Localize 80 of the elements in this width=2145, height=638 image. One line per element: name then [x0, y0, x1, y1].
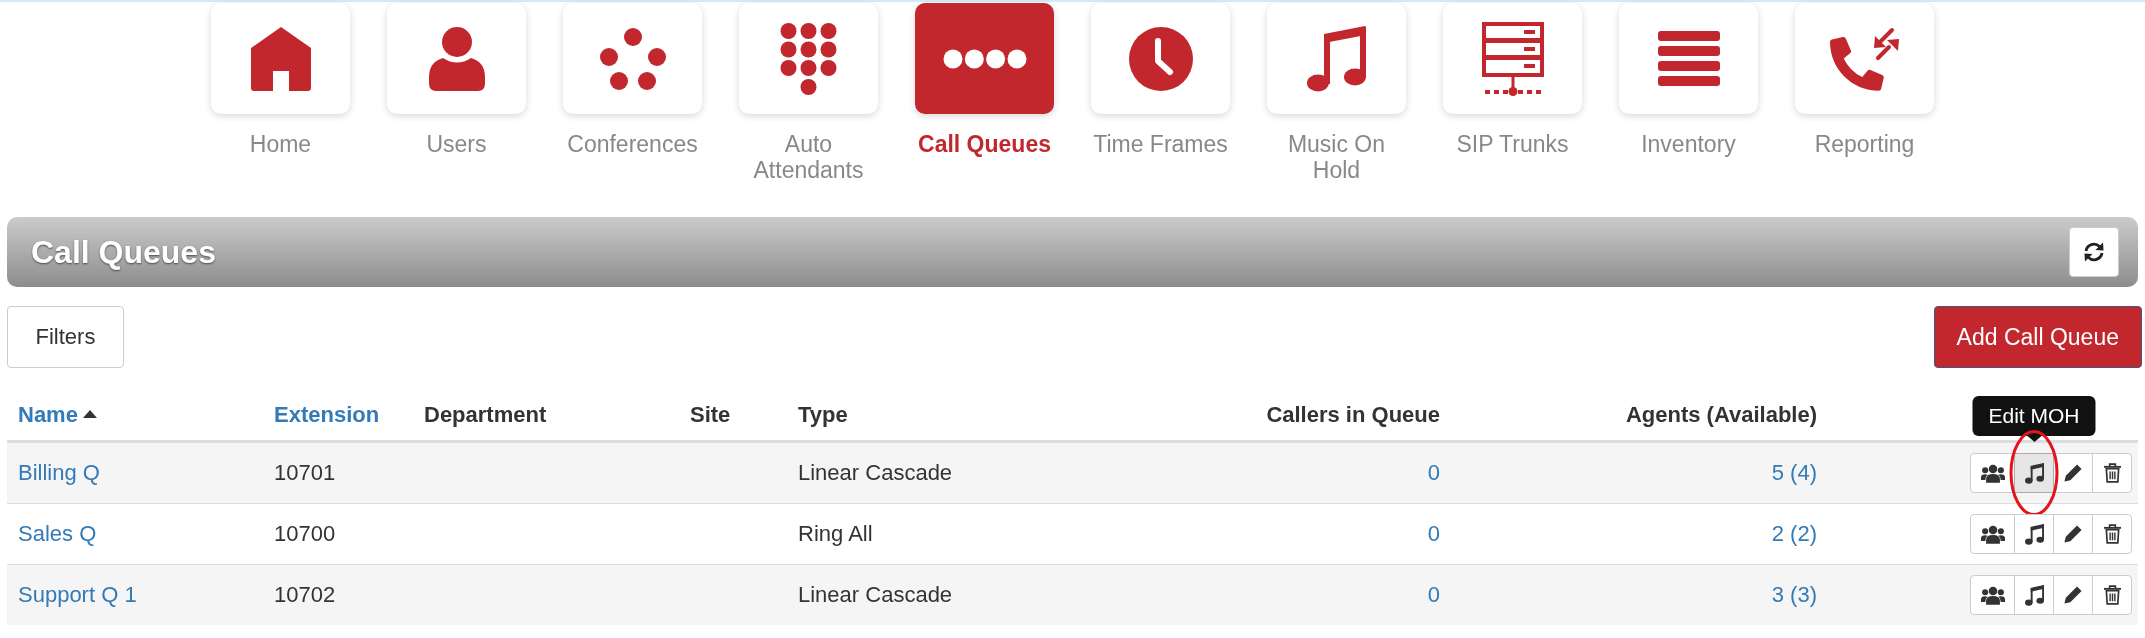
- column-sort-link[interactable]: Name: [18, 402, 97, 427]
- users-icon: [1980, 585, 2005, 605]
- nav-tile[interactable]: [1795, 3, 1934, 114]
- agents-button[interactable]: [1970, 514, 2015, 554]
- nav-label[interactable]: Conferences: [561, 131, 704, 157]
- nav-label[interactable]: Time Frames: [1089, 131, 1232, 157]
- extension-cell: 10701: [274, 460, 336, 486]
- extension-cell: 10700: [274, 521, 336, 547]
- music-on-hold-button[interactable]: [2014, 575, 2054, 615]
- type-cell: Linear Cascade: [798, 582, 953, 608]
- nav-label[interactable]: Inventory: [1617, 131, 1760, 157]
- column-header: Department: [424, 402, 547, 427]
- panel-title: Call Queues: [31, 233, 216, 271]
- pencil-icon: [2064, 586, 2082, 604]
- nav-label[interactable]: Call Queues: [913, 131, 1056, 157]
- type-cell: Ring All: [798, 521, 873, 547]
- list-icon: [1657, 30, 1720, 87]
- pencil-icon: [2064, 464, 2082, 482]
- filters-button[interactable]: Filters: [7, 306, 124, 368]
- music-note-icon: [2024, 584, 2044, 606]
- nav-tile[interactable]: [563, 3, 702, 114]
- add-call-queue-button[interactable]: Add Call Queue: [1933, 306, 2142, 368]
- agents-link[interactable]: 2 (2): [1771, 521, 1817, 547]
- type-cell: Linear Cascade: [798, 460, 953, 486]
- phone-arrows-icon: [1829, 26, 1900, 91]
- user-icon: [428, 26, 485, 91]
- music-on-hold-button[interactable]: [2014, 453, 2054, 493]
- trash-icon: [2103, 585, 2121, 605]
- callers-link[interactable]: 0: [1427, 582, 1440, 608]
- nav-label[interactable]: SIP Trunks: [1441, 131, 1584, 157]
- dots-ring-icon: [599, 27, 666, 90]
- agents-button[interactable]: [1970, 575, 2015, 615]
- agents-link[interactable]: 5 (4): [1771, 460, 1817, 486]
- nav-tile[interactable]: [387, 3, 526, 114]
- nav-label[interactable]: Auto Attendants: [737, 131, 880, 183]
- queue-name-link[interactable]: Support Q 1: [18, 582, 137, 608]
- column-header: Callers in Queue: [1266, 402, 1440, 427]
- queue-name-link[interactable]: Sales Q: [18, 521, 97, 547]
- users-icon: [1980, 463, 2005, 483]
- column-sort-link[interactable]: Extension: [274, 402, 380, 427]
- agents-link[interactable]: 3 (3): [1771, 582, 1817, 608]
- server-icon: [1481, 21, 1544, 96]
- refresh-button[interactable]: [2069, 227, 2119, 277]
- column-header: Site: [690, 402, 731, 427]
- nav-tile[interactable]: [1267, 3, 1406, 114]
- nav-tile[interactable]: [739, 3, 878, 114]
- column-header: Type: [798, 402, 848, 427]
- keypad-icon: [780, 22, 837, 95]
- nav-label[interactable]: Reporting: [1793, 131, 1936, 157]
- music-note-icon: [1306, 25, 1367, 92]
- edit-button[interactable]: [2053, 575, 2093, 615]
- tooltip: Edit MOH: [1972, 396, 2096, 442]
- nav-tile[interactable]: [915, 3, 1054, 114]
- column-header: Agents (Available): [1625, 402, 1817, 427]
- nav-label[interactable]: Music On Hold: [1265, 131, 1408, 183]
- house-icon: [250, 26, 311, 91]
- pencil-icon: [2064, 525, 2082, 543]
- nav-tile[interactable]: [1091, 3, 1230, 114]
- trash-icon: [2103, 463, 2121, 483]
- users-icon: [1980, 524, 2005, 544]
- refresh-icon: [2082, 240, 2106, 264]
- nav-tile[interactable]: [1443, 3, 1582, 114]
- nav-label[interactable]: Users: [385, 131, 528, 157]
- nav-label[interactable]: Home: [209, 131, 352, 157]
- delete-button[interactable]: [2092, 514, 2132, 554]
- callers-link[interactable]: 0: [1427, 521, 1440, 547]
- clock-icon: [1128, 26, 1193, 91]
- music-note-icon: [2024, 462, 2044, 484]
- queue-name-link[interactable]: Billing Q: [18, 460, 100, 486]
- music-on-hold-button[interactable]: [2014, 514, 2054, 554]
- callers-link[interactable]: 0: [1427, 460, 1440, 486]
- nav-tile[interactable]: [211, 3, 350, 114]
- nav-tile[interactable]: [1619, 3, 1758, 114]
- trash-icon: [2103, 524, 2121, 544]
- edit-button[interactable]: [2053, 514, 2093, 554]
- extension-cell: 10702: [274, 582, 336, 608]
- delete-button[interactable]: [2092, 453, 2132, 493]
- ellipsis-icon: [942, 48, 1027, 69]
- delete-button[interactable]: [2092, 575, 2132, 615]
- music-note-icon: [2024, 523, 2044, 545]
